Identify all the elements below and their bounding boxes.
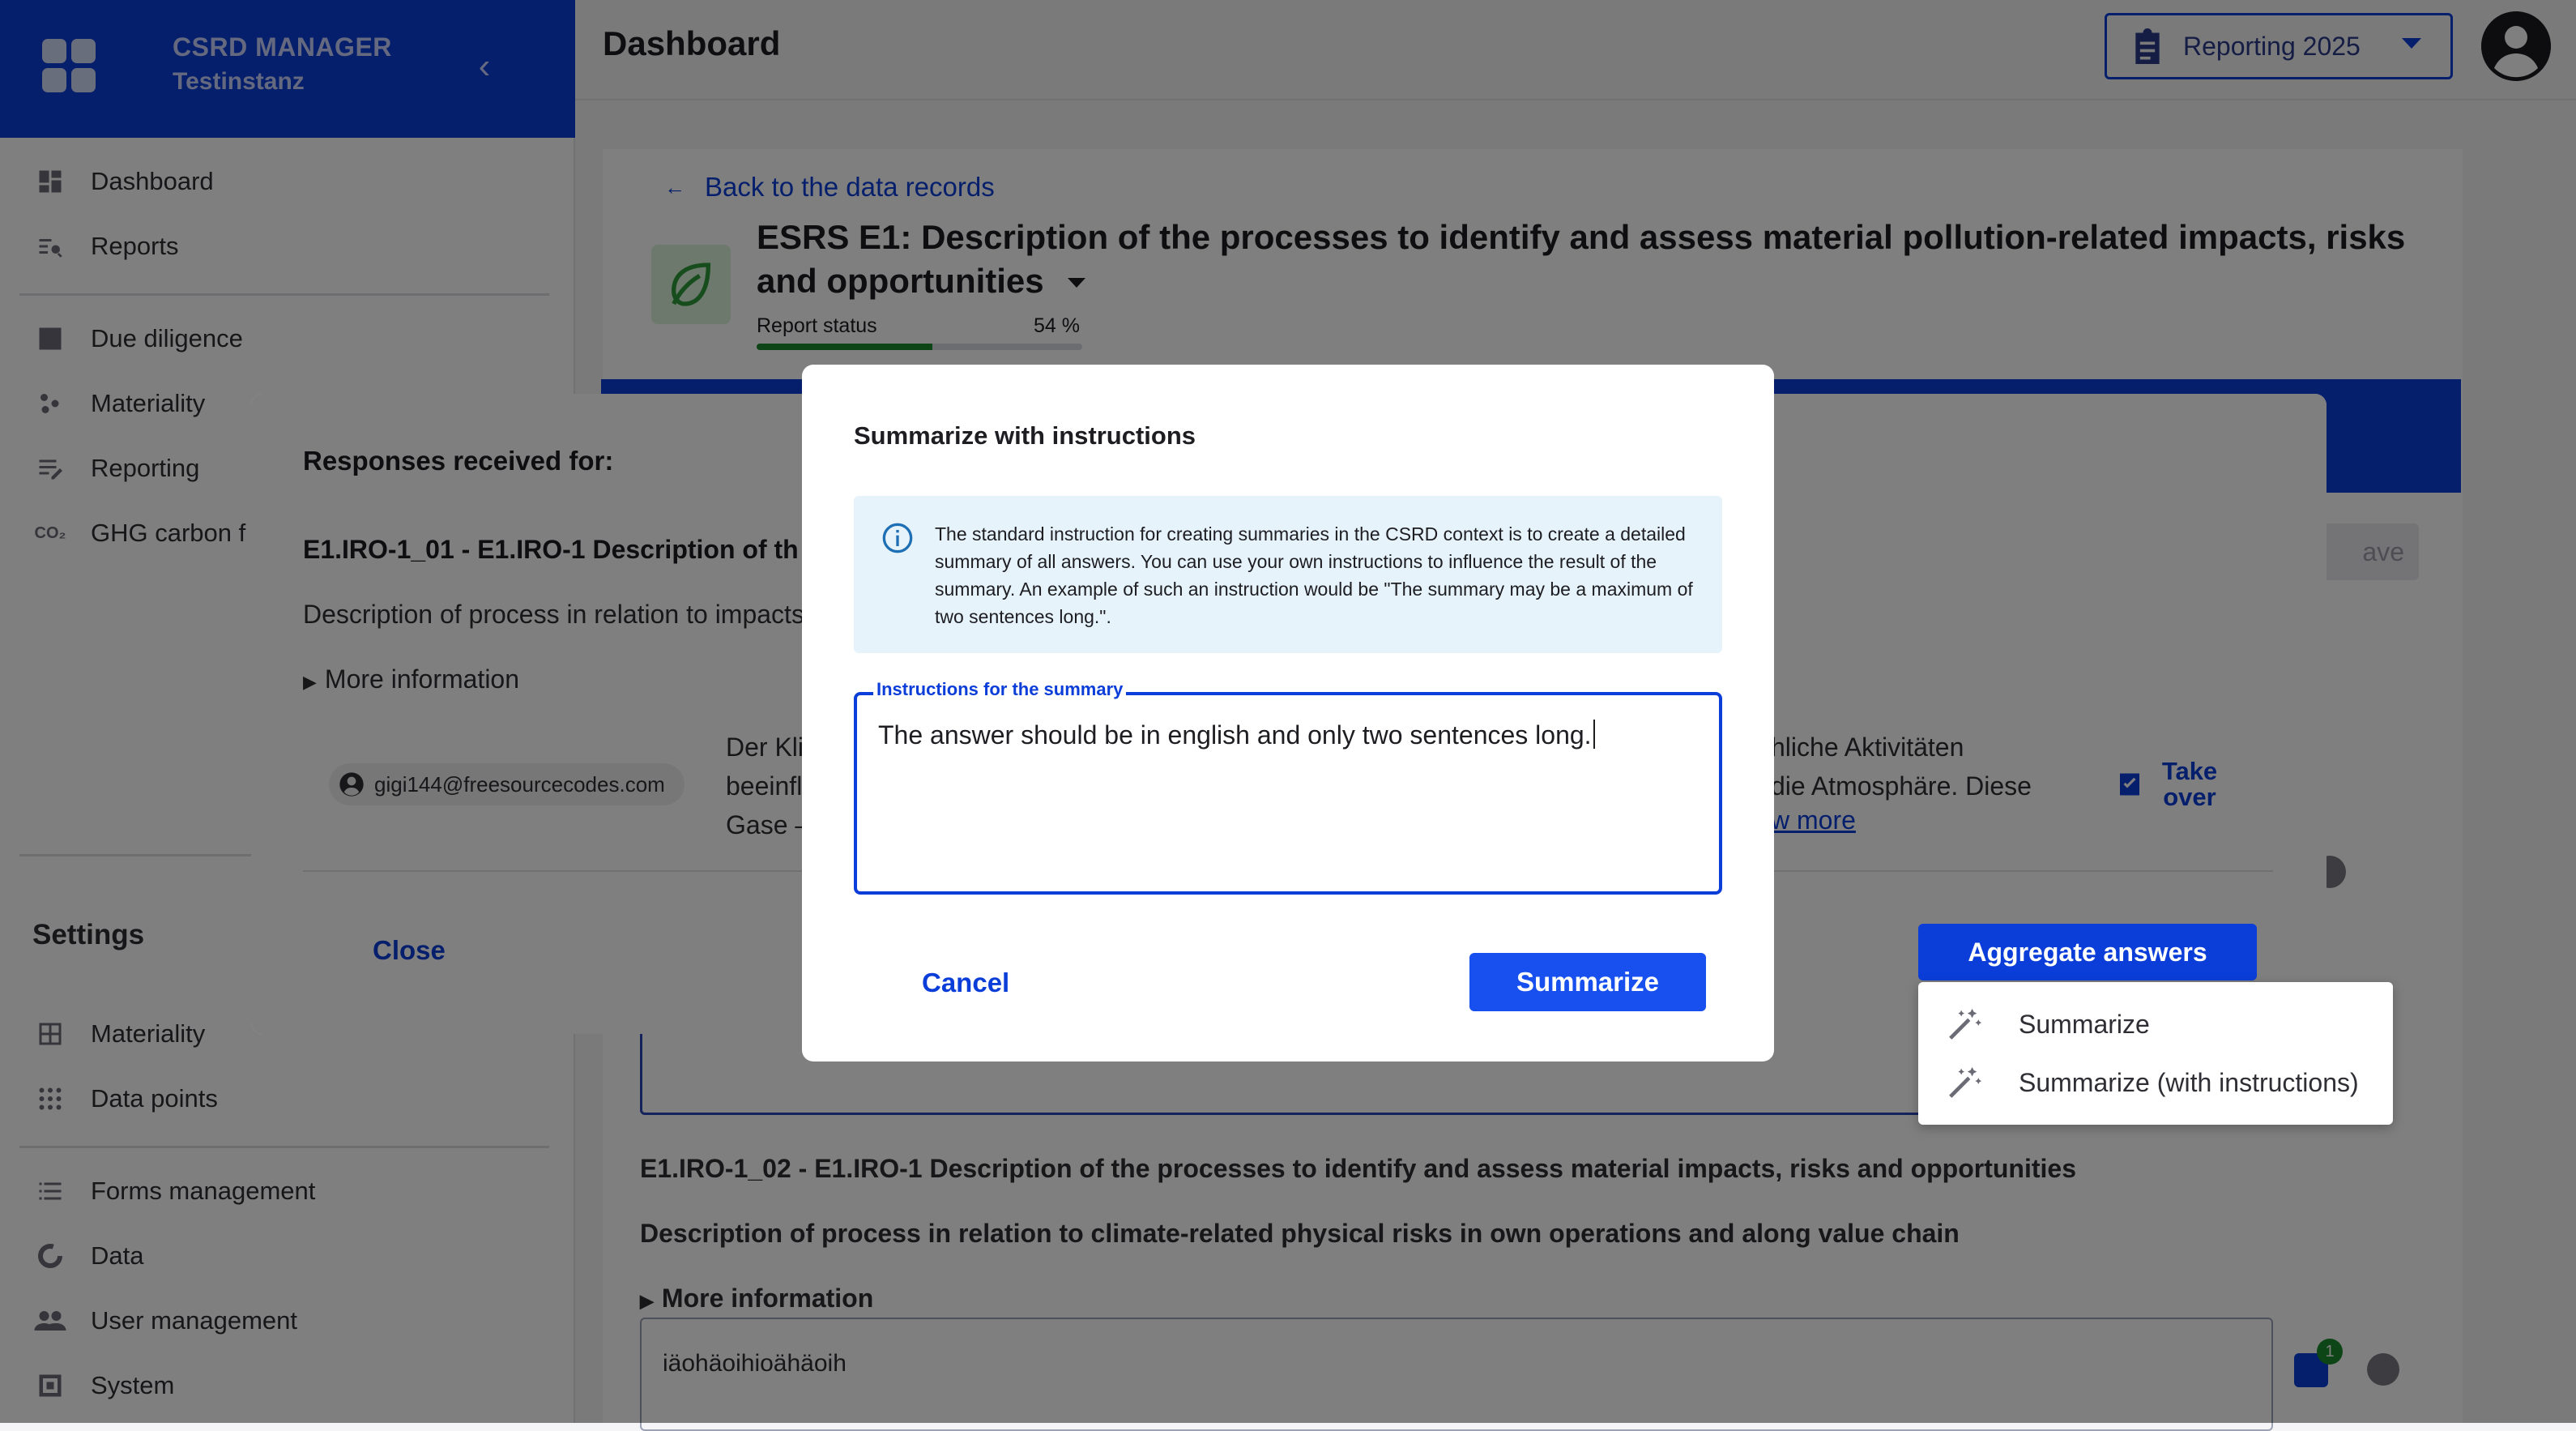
app-root: CSRD MANAGER Testinstanz ‹ Dashboard Rep…	[0, 0, 2576, 1431]
aggregate-menu: Summarize Summarize (with instructions)	[1918, 982, 2393, 1125]
menu-item-label: Summarize	[2019, 1009, 2150, 1039]
triangle-right-icon: ▶	[303, 672, 317, 692]
menu-item-label: Summarize (with instructions)	[2019, 1067, 2359, 1097]
instructions-textarea[interactable]: Instructions for the summary The answer …	[854, 679, 1722, 895]
close-button[interactable]: Close	[373, 935, 446, 966]
cancel-button[interactable]: Cancel	[922, 968, 1009, 998]
info-alert: The standard instruction for creating su…	[854, 496, 1722, 653]
magic-wand-icon	[1946, 1064, 1983, 1101]
instructions-value-text: The answer should be in english and only…	[878, 720, 1592, 750]
magic-wand-icon	[1946, 1006, 1983, 1043]
summarize-button[interactable]: Summarize	[1469, 953, 1706, 1011]
checkbox-checked-icon	[2118, 771, 2142, 798]
user-email: gigi144@freesourcecodes.com	[374, 771, 665, 797]
question-code: E1.IRO-1_01 - E1.IRO-1 Description of th	[303, 535, 799, 564]
summarize-dialog: Summarize with instructions The standard…	[802, 365, 1774, 1062]
instructions-label: Instructions for the summary	[873, 679, 1127, 700]
take-over-label: Take over	[2161, 757, 2218, 811]
user-chip: gigi144@freesourcecodes.com	[329, 763, 685, 805]
response-text-right: hliche Aktivitäten die Atmosphäre. Diese	[1771, 733, 2032, 801]
info-text: The standard instruction for creating su…	[935, 523, 1693, 627]
take-over-button[interactable]: Take over	[2118, 758, 2218, 810]
info-icon	[881, 522, 914, 554]
question-description: Description of process in relation to im…	[303, 600, 804, 629]
more-information-toggle[interactable]: ▶ More information	[303, 664, 519, 694]
more-information-label: More information	[324, 664, 520, 694]
text-caret	[1593, 720, 1595, 749]
account-circle-icon	[339, 771, 365, 797]
dialog-title: Summarize with instructions	[854, 421, 1196, 450]
aggregate-answers-button[interactable]: Aggregate answers	[1918, 924, 2257, 980]
show-more-link[interactable]: w more	[1771, 805, 1856, 835]
responses-heading: Responses received for:	[303, 446, 614, 476]
menu-item-summarize[interactable]: Summarize	[1946, 1000, 2150, 1049]
menu-item-summarize-with-instructions[interactable]: Summarize (with instructions)	[1946, 1058, 2359, 1107]
instructions-value: The answer should be in english and only…	[878, 720, 1595, 750]
